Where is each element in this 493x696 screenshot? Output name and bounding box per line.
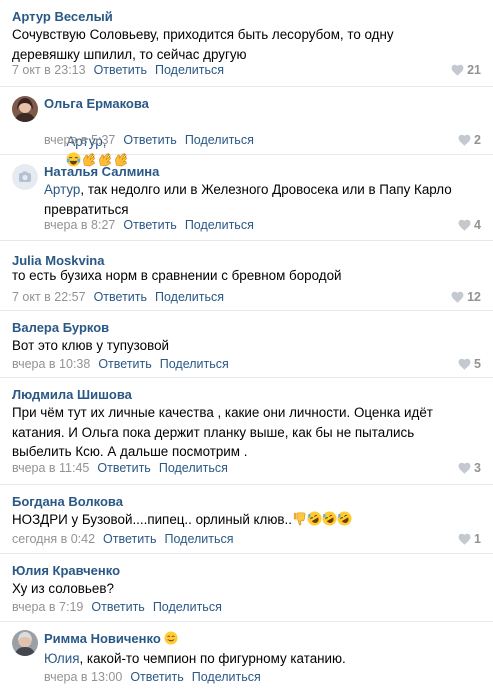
comment-time[interactable]: вчера в 13:00 xyxy=(44,670,122,684)
comment-meta: вчера в 10:38 Ответить Поделиться xyxy=(12,357,229,371)
share-button[interactable]: Поделиться xyxy=(185,218,254,232)
comment-text: Ху из соловьев? xyxy=(12,581,114,596)
like-button[interactable]: 3 xyxy=(458,461,481,475)
comment-item: Римма Новиченко Юлия, какой-то чемпион п… xyxy=(0,622,493,696)
comment-time[interactable]: сегодня в 0:42 xyxy=(12,532,95,546)
comment-author[interactable]: Валера Бурков xyxy=(12,320,109,335)
heart-icon xyxy=(458,462,471,474)
reply-button[interactable]: Ответить xyxy=(91,600,144,614)
comment-meta: вчера в 11:45 Ответить Поделиться xyxy=(12,461,228,475)
comment-time[interactable]: вчера в 7:19 xyxy=(12,600,83,614)
comment-meta: вчера в 8:27 Ответить Поделиться xyxy=(44,218,254,232)
comment-author[interactable]: Людмила Шишова xyxy=(12,387,132,402)
comment-author[interactable]: Юлия Кравченко xyxy=(12,563,120,578)
like-button[interactable]: 5 xyxy=(458,357,481,371)
share-button[interactable]: Поделиться xyxy=(164,532,233,546)
share-button[interactable]: Поделиться xyxy=(155,63,224,77)
comment-author[interactable]: Богдана Волкова xyxy=(12,494,123,509)
like-count: 2 xyxy=(474,133,481,147)
like-count: 21 xyxy=(467,63,481,77)
comment-body: НОЗДРИ у Бузовой....пипец.. орлиный клюв… xyxy=(12,512,292,527)
reply-button[interactable]: Ответить xyxy=(123,133,176,147)
comment-item: Наталья Салмина Артур, так недолго или в… xyxy=(0,155,493,241)
comment-meta: сегодня в 0:42 Ответить Поделиться xyxy=(12,532,234,546)
reply-to-link[interactable]: Юлия xyxy=(44,651,79,666)
comment-text: При чём тут их личные качества , какие о… xyxy=(12,405,437,459)
comment-author[interactable]: Ольга Ермакова xyxy=(44,96,149,111)
like-count: 5 xyxy=(474,357,481,371)
comment-time[interactable]: вчера в 8:27 xyxy=(44,218,115,232)
like-button[interactable]: 2 xyxy=(458,133,481,147)
comment-item: Ольга Ермакова Артур, вчера в 5:37 Ответи… xyxy=(0,87,493,167)
comment-meta: вчера в 13:00 Ответить Поделиться xyxy=(44,670,261,684)
rolling-on-floor-laughing-emoji-icon xyxy=(307,511,322,532)
camera-icon xyxy=(19,171,31,182)
comment-meta: вчера в 7:19 Ответить Поделиться xyxy=(12,600,222,614)
heart-icon xyxy=(458,533,471,545)
comment-time[interactable]: 7 окт в 22:57 xyxy=(12,290,86,304)
reply-button[interactable]: Ответить xyxy=(97,461,150,475)
reply-to-link[interactable]: Артур xyxy=(44,182,80,197)
comment-item: Юлия Кравченко Ху из соловьев? вчера в 7… xyxy=(0,554,493,622)
avatar[interactable] xyxy=(12,630,38,656)
share-button[interactable]: Поделиться xyxy=(155,290,224,304)
comment-meta: вчера в 5:37 Ответить Поделиться xyxy=(44,133,254,147)
share-button[interactable]: Поделиться xyxy=(153,600,222,614)
reply-button[interactable]: Ответить xyxy=(130,670,183,684)
reply-button[interactable]: Ответить xyxy=(94,290,147,304)
thumbs-down-emoji-icon xyxy=(292,511,307,532)
share-button[interactable]: Поделиться xyxy=(185,133,254,147)
rolling-on-floor-laughing-emoji-icon xyxy=(337,511,352,532)
comment-item: Людмила Шишова При чём тут их личные кач… xyxy=(0,378,493,485)
heart-icon xyxy=(451,64,464,76)
heart-icon xyxy=(458,358,471,370)
camera-placeholder-avatar[interactable] xyxy=(12,164,38,190)
share-button[interactable]: Поделиться xyxy=(192,670,261,684)
avatar[interactable] xyxy=(12,96,38,122)
comment-meta: 7 окт в 23:13 Ответить Поделиться xyxy=(12,63,224,77)
comment-item: Валера Бурков Вот это клюв у тупузовой в… xyxy=(0,311,493,378)
like-count: 1 xyxy=(474,532,481,546)
comment-time[interactable]: вчера в 11:45 xyxy=(12,461,89,475)
share-button[interactable]: Поделиться xyxy=(159,461,228,475)
comment-text: Артур, так недолго или в Железного Дрово… xyxy=(44,180,459,219)
reply-button[interactable]: Ответить xyxy=(103,532,156,546)
comment-author[interactable]: Артур Веселый xyxy=(12,9,113,24)
comment-body: , так недолго или в Железного Дровосека … xyxy=(44,182,456,217)
comment-time[interactable]: 7 окт в 23:13 xyxy=(12,63,86,77)
like-count: 4 xyxy=(474,218,481,232)
rolling-on-floor-laughing-emoji-icon xyxy=(322,511,337,532)
comment-time[interactable]: вчера в 10:38 xyxy=(12,357,90,371)
comments-list: Артур Веселый Сочувствую Соловьеву, прих… xyxy=(0,0,493,696)
comment-text: то есть бузиха норм в сравнении с бревно… xyxy=(12,268,342,283)
reply-button[interactable]: Ответить xyxy=(98,357,151,371)
like-count: 12 xyxy=(467,290,481,304)
like-button[interactable]: 21 xyxy=(451,63,481,77)
like-count: 3 xyxy=(474,461,481,475)
like-button[interactable]: 4 xyxy=(458,218,481,232)
heart-icon xyxy=(451,291,464,303)
comment-text: Вот это клюв у тупузовой xyxy=(12,338,169,353)
heart-icon xyxy=(458,219,471,231)
comment-time[interactable]: вчера в 5:37 xyxy=(44,133,115,147)
author-name: Римма Новиченко xyxy=(44,631,161,646)
heart-icon xyxy=(458,134,471,146)
like-button[interactable]: 12 xyxy=(451,290,481,304)
share-button[interactable]: Поделиться xyxy=(160,357,229,371)
comment-text: Юлия, какой-то чемпион по фигурному ката… xyxy=(44,649,464,669)
comment-meta: 7 окт в 22:57 Ответить Поделиться xyxy=(12,290,224,304)
comment-text: НОЗДРИ у Бузовой....пипец.. орлиный клюв… xyxy=(12,510,472,532)
comment-item: Артур Веселый Сочувствую Соловьеву, прих… xyxy=(0,0,493,87)
reply-button[interactable]: Ответить xyxy=(94,63,147,77)
comment-text: Сочувствую Соловьеву, приходится быть ле… xyxy=(12,27,398,62)
comment-item: Julia Moskvina то есть бузиха норм в сра… xyxy=(0,241,493,311)
comment-author[interactable]: Римма Новиченко xyxy=(44,631,178,648)
comment-author[interactable]: Наталья Салмина xyxy=(44,164,159,179)
comment-body: , какой-то чемпион по фигурному катанию. xyxy=(79,651,346,666)
smiling-face-emoji-icon xyxy=(164,631,178,648)
like-button[interactable]: 1 xyxy=(458,532,481,546)
reply-button[interactable]: Ответить xyxy=(123,218,176,232)
comment-item: Богдана Волкова НОЗДРИ у Бузовой....пипе… xyxy=(0,485,493,554)
